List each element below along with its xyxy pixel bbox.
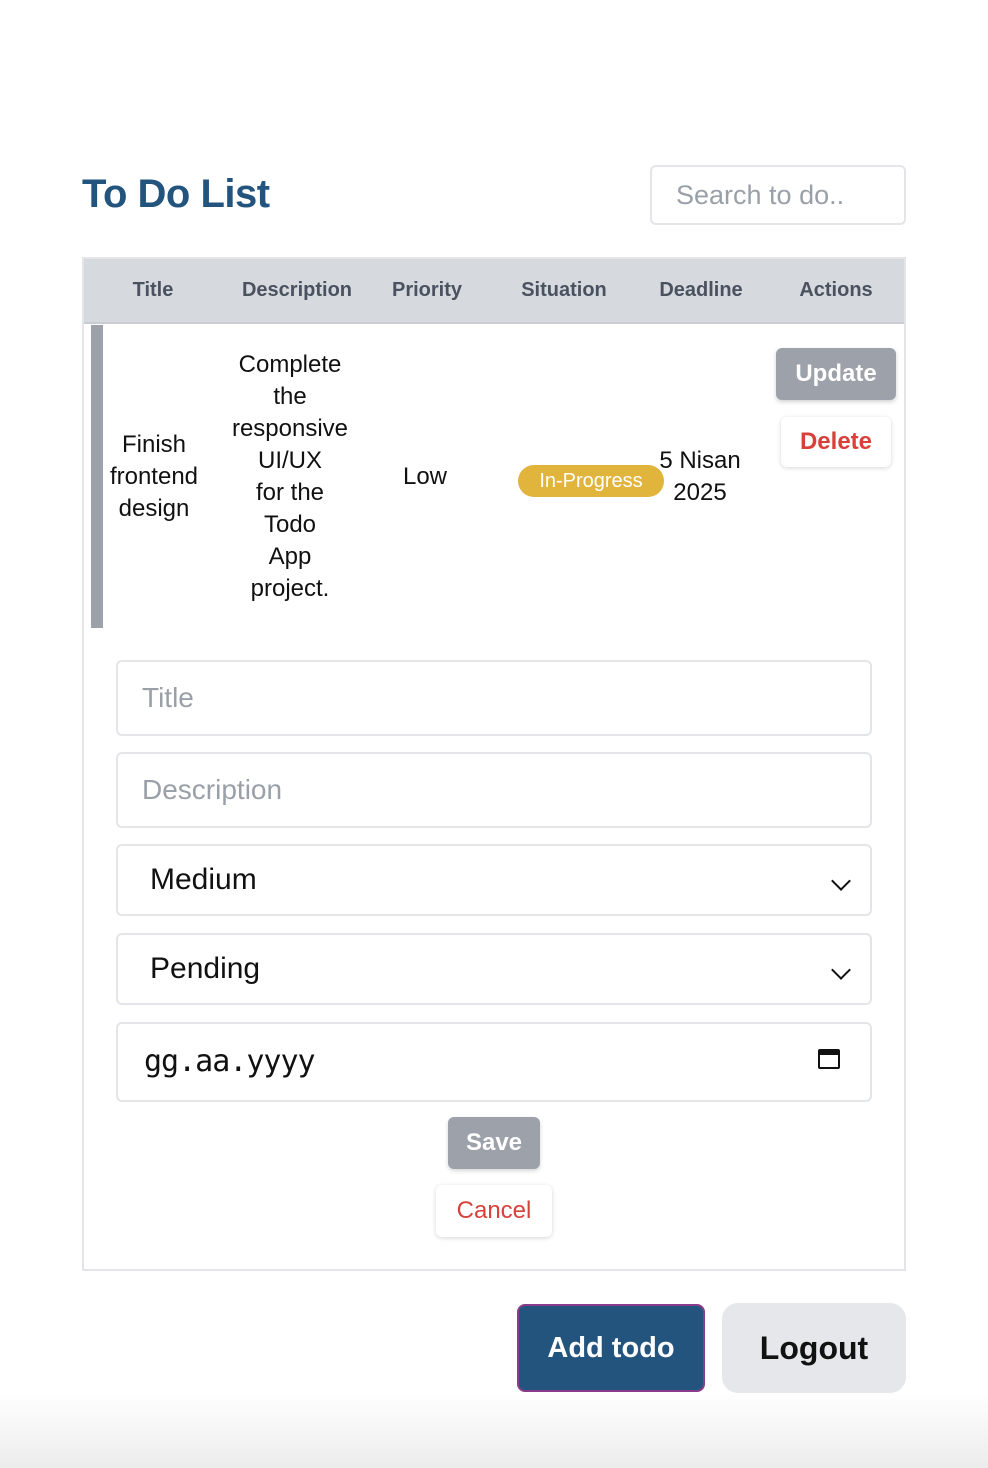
search-input[interactable] [650, 165, 906, 225]
column-header-deadline: Deadline [659, 279, 743, 301]
description-input[interactable] [116, 752, 872, 828]
row-priority: Low [402, 463, 448, 490]
delete-button[interactable]: Delete [781, 417, 891, 467]
status-select[interactable]: Pending [116, 933, 872, 1005]
todo-panel: Title Description Priority Situation Dea… [82, 257, 906, 1271]
calendar-icon[interactable] [818, 1049, 840, 1069]
row-accent-bar [91, 325, 103, 628]
update-button[interactable]: Update [776, 348, 896, 400]
deadline-date-input[interactable]: gg.aa.yyyy [116, 1022, 872, 1102]
save-button[interactable]: Save [448, 1117, 540, 1169]
deadline-date-value: gg.aa.yyyy [144, 1044, 316, 1079]
logout-button[interactable]: Logout [722, 1303, 906, 1393]
add-todo-button[interactable]: Add todo [517, 1304, 705, 1392]
priority-select[interactable]: Medium [116, 844, 872, 916]
title-input[interactable] [116, 660, 872, 736]
chevron-down-icon [831, 871, 851, 891]
page-title: To Do List [82, 172, 270, 216]
status-badge: In-Progress [518, 465, 664, 497]
bottom-fade [0, 1392, 988, 1468]
column-header-title: Title [132, 279, 174, 301]
row-description: Complete the responsive UI/UX for the To… [231, 351, 349, 602]
column-header-situation: Situation [521, 279, 607, 301]
column-header-priority: Priority [391, 279, 463, 301]
cancel-button[interactable]: Cancel [436, 1185, 552, 1237]
priority-select-value: Medium [150, 863, 257, 896]
column-header-actions: Actions [799, 279, 873, 301]
status-select-value: Pending [150, 952, 261, 985]
row-title: Finish frontend design [109, 431, 199, 522]
row-deadline: 5 Nisan 2025 [659, 447, 741, 506]
table-header: Title Description Priority Situation Dea… [84, 259, 904, 324]
column-header-description: Description [241, 279, 353, 301]
chevron-down-icon [831, 960, 851, 980]
